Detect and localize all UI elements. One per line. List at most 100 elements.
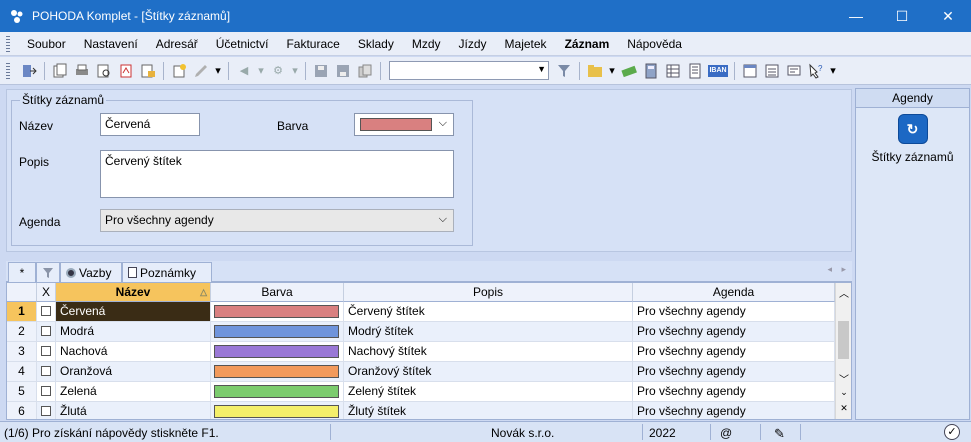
header-agenda[interactable]: Agenda xyxy=(633,283,835,302)
dropdown-arrow-icon[interactable]: ▾ xyxy=(214,62,222,80)
row-checkbox-cell xyxy=(37,342,56,362)
close-button[interactable]: ✕ xyxy=(925,0,971,32)
description-field[interactable]: Červený štítek xyxy=(100,150,454,198)
print-icon[interactable] xyxy=(73,62,91,80)
row-checkbox[interactable] xyxy=(41,346,51,356)
row-checkbox-cell xyxy=(37,362,56,382)
filter-icon[interactable] xyxy=(555,62,573,80)
tab-scroll-left-icon[interactable]: ◂ xyxy=(827,264,832,275)
row-checkbox[interactable] xyxy=(41,386,51,396)
back-arrow-icon[interactable]: ◀ xyxy=(235,62,253,80)
color-picker[interactable]: ⌵ xyxy=(354,113,454,136)
edit-icon[interactable] xyxy=(192,62,210,80)
color-swatch xyxy=(214,325,339,338)
color-swatch xyxy=(214,345,339,358)
gear-icon[interactable]: ⚙ xyxy=(269,62,287,80)
side-item-label[interactable]: Štítky záznamů xyxy=(856,150,969,164)
menu-item[interactable]: Adresář xyxy=(147,37,207,51)
name-field[interactable]: Červená xyxy=(100,113,200,136)
money-icon[interactable] xyxy=(620,62,638,80)
table-row[interactable]: 2 Modrá Modrý štítek Pro všechny agendy xyxy=(7,322,835,342)
ledger-icon[interactable] xyxy=(686,62,704,80)
minimize-button[interactable]: — xyxy=(833,0,879,32)
row-checkbox[interactable] xyxy=(41,406,51,416)
color-swatch xyxy=(214,305,339,318)
table-icon[interactable] xyxy=(664,62,682,80)
menu-item[interactable]: Nápověda xyxy=(618,37,691,51)
folder-icon[interactable] xyxy=(586,62,604,80)
table-row[interactable]: 3 Nachová Nachový štítek Pro všechny agendy xyxy=(7,342,835,362)
tab-notes-label: Poznámky xyxy=(140,265,197,280)
exit-icon[interactable] xyxy=(20,62,38,80)
tab-filter[interactable] xyxy=(36,262,60,282)
expand-icon[interactable]: ✕ xyxy=(836,403,851,414)
tag-agenda-icon[interactable]: ↻ xyxy=(897,114,928,144)
calculator-icon[interactable] xyxy=(642,62,660,80)
header-color[interactable]: Barva xyxy=(211,283,344,302)
table-row[interactable]: 4 Oranžová Oranžový štítek Pro všechny agen… xyxy=(7,362,835,382)
combo-arrow-icon[interactable]: ▼ xyxy=(537,64,546,74)
help-icon[interactable]: ? xyxy=(807,62,825,80)
maximize-button[interactable]: ☐ xyxy=(879,0,925,32)
menu-item[interactable]: Mzdy xyxy=(403,37,450,51)
copy-icon[interactable] xyxy=(51,62,69,80)
menu-item[interactable]: Jízdy xyxy=(450,37,496,51)
scroll-end-icon[interactable]: ⌄ xyxy=(836,387,851,398)
table-row[interactable]: 6 Žlutá Žlutý štítek Pro všechny agendy xyxy=(7,402,835,419)
header-name[interactable]: Název △ xyxy=(56,283,211,302)
iban-icon[interactable]: IBAN xyxy=(708,64,728,77)
table-row[interactable]: 5 Zelená Zelený štítek Pro všechny agendy xyxy=(7,382,835,402)
list-icon[interactable] xyxy=(763,62,781,80)
agenda-select[interactable]: Pro všechny agendy ⌵ xyxy=(100,209,454,232)
header-description[interactable]: Popis xyxy=(344,283,633,302)
header-x[interactable]: X xyxy=(37,283,56,302)
save-as-icon[interactable] xyxy=(334,62,352,80)
table-row[interactable]: 1 Červená Červený štítek Pro všechny agendy xyxy=(7,302,835,322)
dropdown-arrow-icon[interactable]: ▾ xyxy=(829,62,837,80)
preview-icon[interactable] xyxy=(95,62,113,80)
tab-links[interactable]: Vazby xyxy=(60,262,122,282)
tab-notes[interactable]: Poznámky xyxy=(122,262,212,282)
row-checkbox[interactable] xyxy=(41,306,51,316)
tab-scroll-right-icon[interactable]: ▸ xyxy=(841,264,846,275)
pen-icon[interactable]: ✎ xyxy=(774,426,785,442)
tab-all[interactable]: * xyxy=(8,262,36,282)
row-agenda: Pro všechny agendy xyxy=(633,302,835,322)
menu-item[interactable]: Soubor xyxy=(18,37,75,51)
scroll-down-icon[interactable]: ﹀ xyxy=(836,371,851,386)
menu-grip xyxy=(6,35,10,52)
export-icon[interactable] xyxy=(139,62,157,80)
menu-item[interactable]: Fakturace xyxy=(277,37,348,51)
dropdown-arrow-icon[interactable]: ▾ xyxy=(291,62,299,80)
check-icon[interactable]: ✓ xyxy=(944,424,960,440)
dropdown-arrow-icon[interactable]: ▾ xyxy=(257,62,265,80)
dropdown-arrow-icon[interactable]: ▾ xyxy=(608,62,616,80)
window-icon[interactable] xyxy=(741,62,759,80)
scroll-up-icon[interactable]: ︿ xyxy=(836,285,851,300)
menu-item[interactable]: Majetek xyxy=(496,37,556,51)
menu-item[interactable]: Sklady xyxy=(349,37,403,51)
row-number: 6 xyxy=(7,402,37,419)
scrollbar-thumb[interactable] xyxy=(838,321,849,359)
menu-item[interactable]: Záznam xyxy=(556,37,619,51)
menu-item[interactable]: Nastavení xyxy=(75,37,147,51)
status-divider xyxy=(330,424,331,440)
status-at: @ xyxy=(720,426,733,440)
quick-search-combo[interactable]: ▼ xyxy=(389,61,549,80)
chevron-down-icon[interactable]: ⌵ xyxy=(439,213,447,226)
vertical-scrollbar[interactable]: ︿ ﹀ ⌄ ✕ xyxy=(835,283,851,419)
status-divider xyxy=(642,424,643,440)
toolbar-separator xyxy=(734,61,735,80)
duplicate-icon[interactable] xyxy=(356,62,374,80)
chevron-down-icon[interactable]: ⌵ xyxy=(439,117,447,130)
toolbar-separator xyxy=(579,61,580,80)
menu-item[interactable]: Účetnictví xyxy=(207,37,278,51)
pdf-icon[interactable] xyxy=(117,62,135,80)
new-record-icon[interactable] xyxy=(170,62,188,80)
row-checkbox[interactable] xyxy=(41,366,51,376)
row-description: Modrý štítek xyxy=(344,322,633,342)
message-icon[interactable] xyxy=(785,62,803,80)
row-number: 4 xyxy=(7,362,37,382)
row-checkbox[interactable] xyxy=(41,326,51,336)
save-icon[interactable] xyxy=(312,62,330,80)
